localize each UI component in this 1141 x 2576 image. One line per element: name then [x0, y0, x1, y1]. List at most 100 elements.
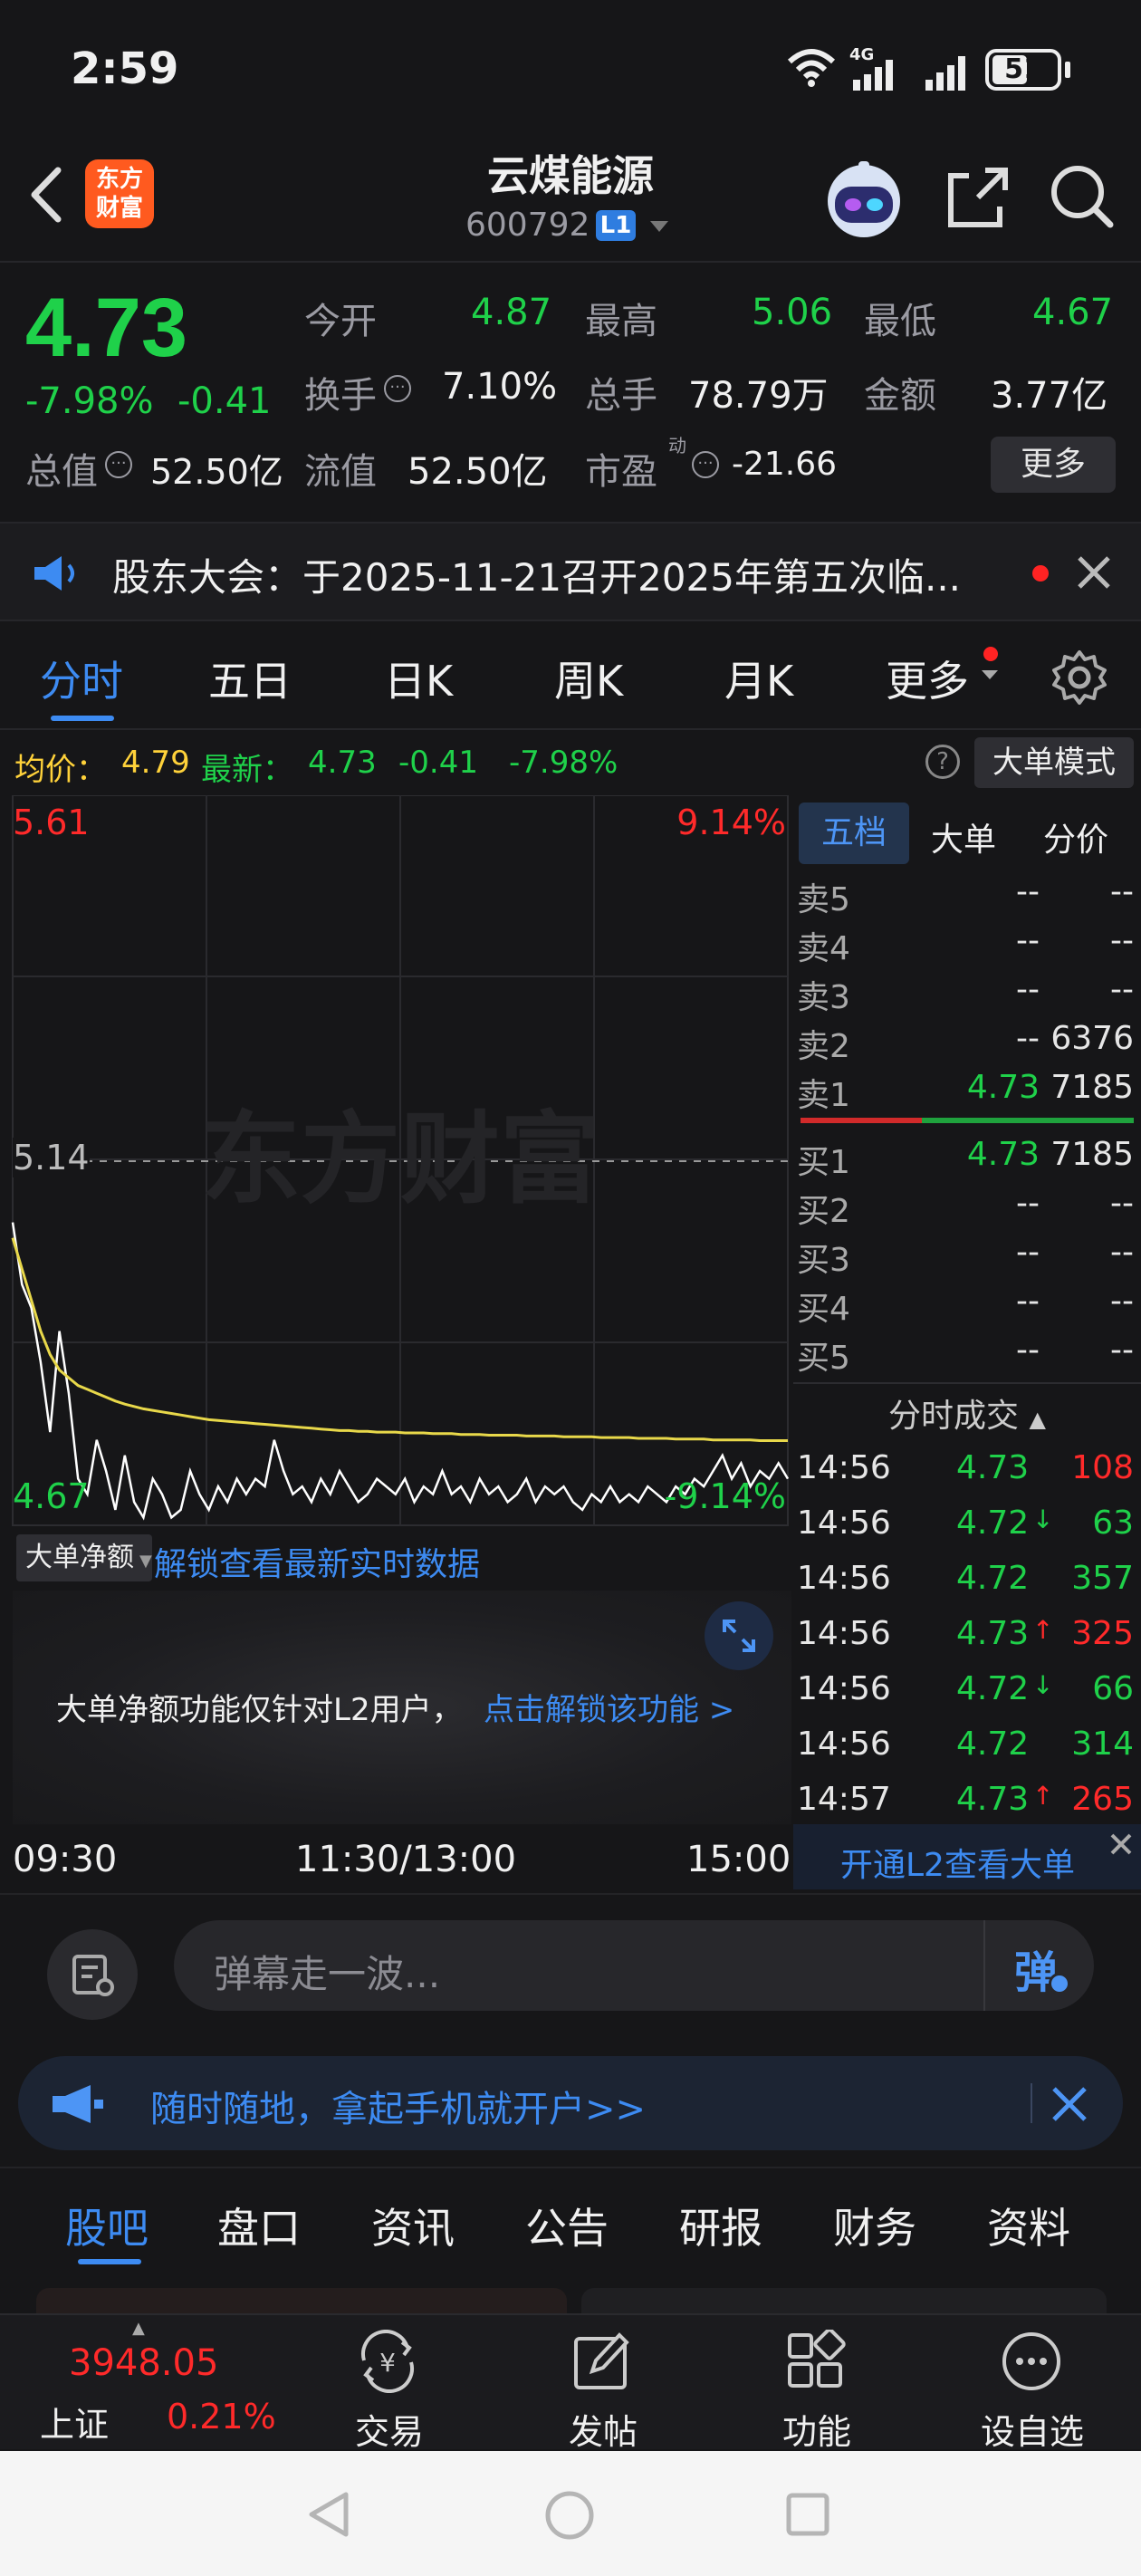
tab-5day[interactable]: 五日 — [208, 649, 292, 708]
tab-big-orders[interactable]: 大单 — [931, 813, 996, 860]
tick-row: 14:56 4.72 357 — [793, 1554, 1141, 1610]
tick-price: 4.73 — [956, 1615, 1030, 1652]
tab-weekly-k[interactable]: 周K — [554, 649, 623, 708]
tick-rows: 14:56 4.73 108 14:56 4.72 ↓ 63 14:56 4.72 357 14:5… — [793, 1444, 1141, 1831]
tab-research[interactable]: 研报 — [679, 2196, 762, 2255]
grid-icon — [788, 2330, 846, 2388]
tick-list: 分时成交 ▲ 14:56 4.73 108 14:56 4.72 ↓ 63 14:56 4.72… — [793, 1382, 1141, 1819]
close-icon[interactable] — [1050, 2085, 1088, 2123]
tick-row: 14:57 4.73 ↑ 265 — [793, 1775, 1141, 1831]
tick-price: 4.72 — [956, 1560, 1030, 1597]
sell-ratio-bar — [801, 1118, 922, 1123]
megaphone-icon — [53, 2085, 103, 2123]
notice-bar[interactable]: 股东大会：于2025-11-21召开2025年第五次临... — [0, 522, 1141, 621]
tab-daily-k[interactable]: 日K — [384, 649, 453, 708]
pe-superscript: 动 — [668, 435, 686, 457]
signal-1-icon — [853, 60, 893, 91]
buy-row[interactable]: 买2 -- -- — [793, 1179, 1141, 1230]
settings-gear-icon[interactable] — [1050, 649, 1108, 706]
big-order-mode-button[interactable]: 大单模式 — [974, 737, 1134, 788]
tab-five-levels[interactable]: 五档 — [799, 803, 909, 864]
tick-volume: 325 — [1071, 1615, 1134, 1652]
system-nav-bar — [0, 2451, 1141, 2576]
sell-row[interactable]: 卖2 -- 6376 — [793, 1014, 1141, 1065]
latest-change-pct: -7.98% — [509, 745, 618, 781]
tick-time: 14:56 — [797, 1504, 891, 1542]
netflow-unlock-link[interactable]: 点击解锁该功能 > — [484, 1685, 734, 1729]
unlock-realtime-link[interactable]: 解锁查看最新实时数据 — [154, 1538, 480, 1585]
buy-level-price: 4.73 — [966, 1136, 1040, 1173]
more-dots-icon — [1002, 2332, 1060, 2390]
chart-svg: 东方财富 — [11, 795, 790, 1526]
tab-news[interactable]: 资讯 — [371, 2196, 455, 2255]
tick-volume: 108 — [1071, 1449, 1134, 1486]
open-account-banner[interactable]: 随时随地，拿起手机就开户>> — [18, 2056, 1123, 2150]
change-value: -0.41 — [177, 380, 272, 422]
nav-trade-label: 交易 — [354, 2412, 424, 2452]
sell-level-volume: -- — [1110, 922, 1134, 959]
tick-direction-icon: ↑ — [1032, 1615, 1054, 1645]
caret-down-icon[interactable] — [648, 219, 670, 234]
system-recents-icon[interactable] — [784, 2491, 831, 2538]
l2-banner[interactable]: 开通L2查看大单 — [793, 1824, 1141, 1889]
sell-level-volume: -- — [1110, 873, 1134, 910]
nav-post[interactable]: 发帖 — [549, 2321, 657, 2452]
last-price: 4.73 — [25, 282, 188, 374]
info-icon[interactable]: ··· — [692, 451, 719, 478]
edit-icon — [574, 2332, 629, 2389]
nav-trade[interactable]: ¥ 交易 — [335, 2321, 444, 2452]
system-back-icon[interactable] — [304, 2489, 353, 2540]
tab-announcements[interactable]: 公告 — [525, 2196, 609, 2255]
buy-row[interactable]: 买4 -- -- — [793, 1277, 1141, 1328]
buy-row[interactable]: 买3 -- -- — [793, 1228, 1141, 1279]
amount-label: 金额 — [864, 375, 936, 417]
index-widget[interactable]: ▲ 3948.05 上证 0.21% — [0, 2315, 281, 2451]
tab-price-distribution[interactable]: 分价 — [1043, 813, 1108, 860]
tab-intraday[interactable]: 分时 — [40, 649, 123, 708]
share-icon[interactable] — [942, 161, 1014, 234]
level-badge[interactable]: L1 — [596, 210, 636, 241]
help-icon[interactable]: ? — [925, 745, 960, 779]
close-icon[interactable] — [1107, 1830, 1136, 1859]
danmu-settings-button[interactable] — [47, 1929, 138, 2020]
buy-level-price: -- — [1016, 1234, 1040, 1271]
info-icon[interactable]: ··· — [384, 375, 411, 402]
robot-assistant-icon[interactable] — [822, 156, 906, 239]
latest-change: -0.41 — [398, 745, 478, 781]
danmu-placeholder: 弹幕走一波... — [214, 1952, 441, 1996]
buy-level-volume: -- — [1110, 1331, 1134, 1369]
tab-more[interactable]: 更多 — [886, 649, 969, 708]
buy-row[interactable]: 买5 -- -- — [793, 1326, 1141, 1377]
search-icon[interactable] — [1045, 159, 1117, 232]
sell-row[interactable]: 卖4 -- -- — [793, 917, 1141, 967]
tab-order-book[interactable]: 盘口 — [217, 2196, 301, 2255]
open-label: 今开 — [304, 301, 377, 342]
chart-tabs: 分时 五日 日K 周K 月K 更多 — [0, 625, 1141, 730]
buy-row[interactable]: 买1 4.73 7185 — [793, 1130, 1141, 1181]
buy-level-label: 买4 — [797, 1291, 850, 1328]
tab-forum[interactable]: 股吧 — [65, 2196, 149, 2255]
close-icon[interactable] — [1074, 553, 1114, 592]
tab-monthly-k[interactable]: 月K — [724, 649, 793, 708]
sell-row[interactable]: 卖5 -- -- — [793, 868, 1141, 918]
sell-row[interactable]: 卖3 -- -- — [793, 966, 1141, 1016]
system-home-icon[interactable] — [543, 2489, 596, 2542]
l2-link[interactable]: 开通L2查看大单 — [840, 1839, 1075, 1886]
expand-button[interactable] — [705, 1601, 773, 1670]
netflow-selector[interactable]: 大单净额 ▼ — [16, 1534, 152, 1581]
tab-finance[interactable]: 财务 — [833, 2196, 916, 2255]
expand-icon — [723, 1620, 755, 1652]
nav-add-watchlist[interactable]: 设自选 — [969, 2321, 1096, 2452]
unread-dot — [1032, 565, 1049, 582]
tick-volume: 63 — [1092, 1504, 1134, 1542]
nav-functions[interactable]: 功能 — [762, 2321, 871, 2452]
more-quote-button[interactable]: 更多 — [991, 437, 1116, 493]
ticks-title[interactable]: 分时成交 ▲ — [793, 1389, 1141, 1437]
tab-profile[interactable]: 资料 — [987, 2196, 1070, 2255]
low-value: 4.67 — [1032, 292, 1114, 333]
danmu-input[interactable]: 弹幕走一波... 弹 — [174, 1920, 1094, 2011]
pe-label: 市盈 — [585, 451, 657, 493]
sell-row[interactable]: 卖1 4.73 7185 — [793, 1063, 1141, 1114]
info-icon[interactable]: ··· — [105, 451, 132, 478]
sell-level-price: -- — [1016, 1020, 1040, 1057]
